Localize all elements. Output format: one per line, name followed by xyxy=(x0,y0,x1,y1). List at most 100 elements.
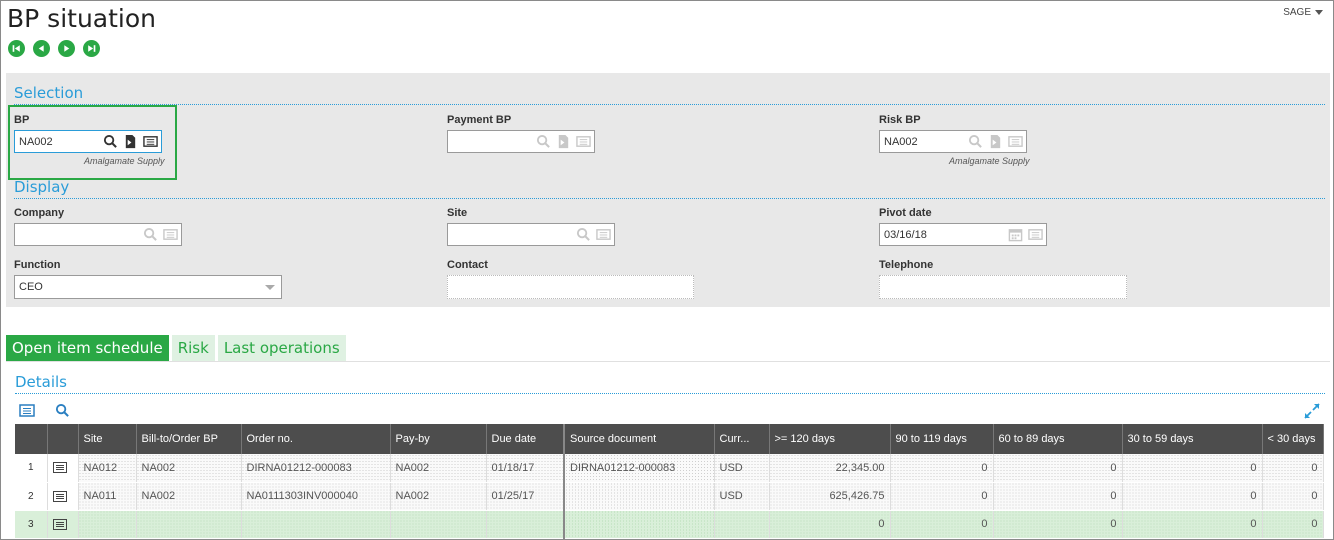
page-title: BP situation xyxy=(7,4,156,33)
cell-pay-by xyxy=(390,510,487,539)
column-header-order-no[interactable]: Order no. xyxy=(241,424,391,454)
search-icon[interactable] xyxy=(968,134,983,149)
function-label: Function xyxy=(14,259,61,271)
cell-due-date xyxy=(486,510,565,539)
telephone-field[interactable] xyxy=(879,275,1127,299)
row-number: 1 xyxy=(15,454,48,483)
cell-30-59-days: 0 xyxy=(1122,510,1263,539)
table-row[interactable]: 2 NA011 NA002 NA0111303INV000040 NA002 0… xyxy=(15,482,1324,511)
tab-last-operations[interactable]: Last operations xyxy=(217,335,346,361)
column-header-30-59-days[interactable]: 30 to 59 days xyxy=(1122,424,1263,454)
risk-bp-label: Risk BP xyxy=(879,114,921,126)
payment-bp-field[interactable] xyxy=(447,130,595,153)
display-section-title: Display xyxy=(14,178,70,196)
search-icon[interactable] xyxy=(536,134,551,149)
bp-label: BP xyxy=(14,114,30,126)
tab-open-item-schedule[interactable]: Open item schedule xyxy=(6,335,169,361)
row-number: 2 xyxy=(15,482,48,511)
site-field[interactable] xyxy=(447,223,615,246)
row-detail-icon[interactable] xyxy=(47,454,79,483)
cell-under-30-days: 0 xyxy=(1262,482,1324,511)
chevron-down-icon xyxy=(1315,9,1323,15)
tunnel-icon[interactable] xyxy=(556,134,571,149)
column-header-120-days[interactable]: >= 120 days xyxy=(769,424,891,454)
detail-card-icon[interactable] xyxy=(1028,227,1043,242)
cell-30-59-days: 0 xyxy=(1122,482,1263,511)
detail-card-icon[interactable] xyxy=(576,134,591,149)
row-detail-icon[interactable] xyxy=(47,482,79,511)
cell-order-no: NA0111303INV000040 xyxy=(241,482,391,511)
contact-field[interactable] xyxy=(447,275,694,299)
column-header[interactable] xyxy=(47,424,79,454)
bp-description: Amalgamate Supply xyxy=(84,156,165,166)
risk-bp-field[interactable]: NA002 xyxy=(879,130,1027,153)
contact-label: Contact xyxy=(447,259,488,271)
skip-first-icon xyxy=(12,45,20,52)
tab-risk[interactable]: Risk xyxy=(171,335,215,361)
details-table: Site Bill-to/Order BP Order no. Pay-by D… xyxy=(15,424,1324,539)
tunnel-icon[interactable] xyxy=(988,134,1003,149)
cell-60-89-days: 0 xyxy=(993,510,1123,539)
row-detail-icon[interactable] xyxy=(47,510,79,539)
tunnel-icon[interactable] xyxy=(123,134,138,149)
cell-currency xyxy=(714,510,770,539)
details-section-title: Details xyxy=(15,373,68,391)
search-icon[interactable] xyxy=(143,227,158,242)
cell-under-30-days: 0 xyxy=(1262,454,1324,483)
last-record-button[interactable] xyxy=(83,40,100,57)
column-header-under-30-days[interactable]: < 30 days xyxy=(1262,424,1324,454)
section-divider xyxy=(14,104,1325,105)
function-select[interactable]: CEO xyxy=(14,275,282,299)
first-record-button[interactable] xyxy=(8,40,25,57)
detail-card-icon[interactable] xyxy=(143,134,158,149)
search-icon[interactable] xyxy=(576,227,591,242)
detail-card-icon[interactable] xyxy=(596,227,611,242)
expand-icon[interactable] xyxy=(1304,403,1320,419)
tab-bar: Open item schedule Risk Last operations xyxy=(6,335,346,361)
cell-120-days: 22,345.00 xyxy=(769,454,891,483)
next-record-button[interactable] xyxy=(58,40,75,57)
calendar-icon[interactable] xyxy=(1008,227,1023,242)
pivot-date-label: Pivot date xyxy=(879,207,932,219)
table-row[interactable]: 3 0 0 0 0 0 xyxy=(15,510,1324,539)
column-header-source-document[interactable]: Source document xyxy=(563,424,715,454)
row-number: 3 xyxy=(15,510,48,539)
column-header-currency[interactable]: Curr... xyxy=(714,424,770,454)
column-header-pay-by[interactable]: Pay-by xyxy=(390,424,487,454)
cell-site xyxy=(78,510,137,539)
cell-source-document xyxy=(563,482,715,511)
pivot-date-field[interactable]: 03/16/18 xyxy=(879,223,1047,246)
cell-site: NA012 xyxy=(78,454,137,483)
bp-value: NA002 xyxy=(19,136,53,148)
search-icon[interactable] xyxy=(55,403,70,418)
previous-record-button[interactable] xyxy=(33,40,50,57)
column-header-90-119-days[interactable]: 90 to 119 days xyxy=(890,424,994,454)
column-header-bill-to[interactable]: Bill-to/Order BP xyxy=(136,424,242,454)
table-row[interactable]: 1 NA012 NA002 DIRNA01212-000083 NA002 01… xyxy=(15,454,1324,483)
cell-90-119-days: 0 xyxy=(890,482,994,511)
record-navigation xyxy=(8,40,100,57)
company-label: Company xyxy=(14,207,65,219)
cell-source-document: DIRNA01212-000083 xyxy=(563,454,715,483)
column-header-site[interactable]: Site xyxy=(78,424,137,454)
column-header-60-89-days[interactable]: 60 to 89 days xyxy=(993,424,1123,454)
bp-field[interactable]: NA002 xyxy=(14,130,162,153)
cell-due-date: 01/25/17 xyxy=(486,482,565,511)
search-icon[interactable] xyxy=(103,134,118,149)
next-icon xyxy=(64,45,70,52)
risk-bp-description: Amalgamate Supply xyxy=(949,156,1030,166)
cell-90-119-days: 0 xyxy=(890,510,994,539)
user-menu[interactable]: SAGE xyxy=(1283,7,1323,18)
cell-bill-to: NA002 xyxy=(136,454,242,483)
detail-card-icon[interactable] xyxy=(19,404,35,417)
column-header[interactable] xyxy=(15,424,48,454)
company-field[interactable] xyxy=(14,223,182,246)
detail-card-icon[interactable] xyxy=(163,227,178,242)
column-header-due-date[interactable]: Due date xyxy=(486,424,565,454)
detail-card-icon[interactable] xyxy=(1008,134,1023,149)
chevron-down-icon xyxy=(265,285,275,290)
cell-120-days: 0 xyxy=(769,510,891,539)
cell-pay-by: NA002 xyxy=(390,482,487,511)
pivot-date-value: 03/16/18 xyxy=(884,229,927,241)
section-divider xyxy=(14,198,1325,199)
